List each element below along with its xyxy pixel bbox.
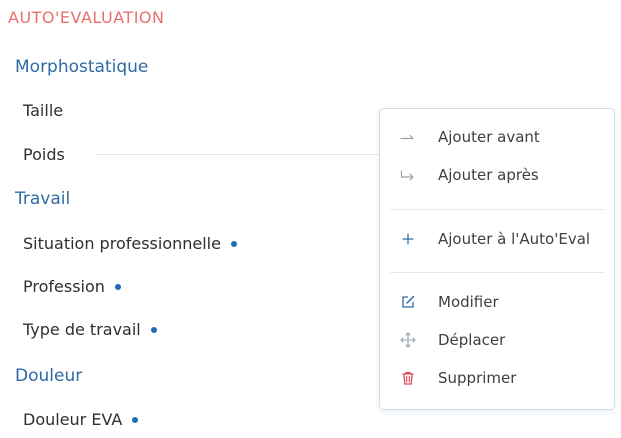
field-poids[interactable]: Poids [23, 145, 65, 164]
section-title-douleur: Douleur [15, 366, 83, 386]
plus-icon [400, 231, 416, 247]
field-situation-professionnelle[interactable]: Situation professionnelle [23, 234, 237, 253]
edit-icon [400, 294, 416, 310]
field-divider [96, 154, 386, 155]
page-title: AUTO'EVALUATION [8, 8, 165, 27]
menu-item-label: Ajouter avant [438, 128, 540, 146]
menu-item-label: Ajouter après [438, 166, 539, 184]
menu-item-modifier[interactable]: Modifier [380, 288, 614, 316]
field-label: Douleur EVA [23, 410, 123, 429]
status-dot [230, 240, 237, 247]
section-title-morphostatique: Morphostatique [15, 57, 149, 77]
menu-item-ajouter-auto-eval[interactable]: Ajouter à l'Auto'Eval [380, 225, 614, 253]
context-menu: Ajouter avant Ajouter après Ajouter à l'… [379, 108, 615, 410]
arrow-right-icon [400, 129, 416, 145]
field-label: Taille [23, 101, 64, 120]
menu-item-label: Modifier [438, 293, 499, 311]
menu-item-label: Déplacer [438, 331, 506, 349]
status-dot [132, 416, 139, 423]
menu-item-deplacer[interactable]: Déplacer [380, 326, 614, 354]
menu-separator [390, 209, 605, 210]
menu-item-ajouter-avant[interactable]: Ajouter avant [380, 123, 614, 151]
field-label: Situation professionnelle [23, 234, 221, 253]
field-douleur-eva[interactable]: Douleur EVA [23, 410, 139, 429]
menu-item-supprimer[interactable]: Supprimer [380, 364, 614, 392]
menu-separator [390, 272, 605, 273]
menu-item-label: Supprimer [438, 369, 517, 387]
menu-item-label: Ajouter à l'Auto'Eval [438, 230, 591, 248]
status-dot [150, 326, 157, 333]
status-dot [114, 283, 121, 290]
field-type-de-travail[interactable]: Type de travail [23, 320, 157, 339]
trash-icon [400, 370, 416, 386]
move-icon [400, 332, 416, 348]
section-title-travail: Travail [15, 189, 71, 209]
field-profession[interactable]: Profession [23, 277, 121, 296]
field-label: Poids [23, 145, 65, 164]
field-label: Profession [23, 277, 105, 296]
field-label: Type de travail [23, 320, 141, 339]
arrow-turn-down-right-icon [400, 167, 416, 183]
menu-item-ajouter-apres[interactable]: Ajouter après [380, 161, 614, 189]
field-taille[interactable]: Taille [23, 101, 63, 120]
auto-evaluation-page: AUTO'EVALUATION Morphostatique Taille Po… [0, 0, 621, 438]
